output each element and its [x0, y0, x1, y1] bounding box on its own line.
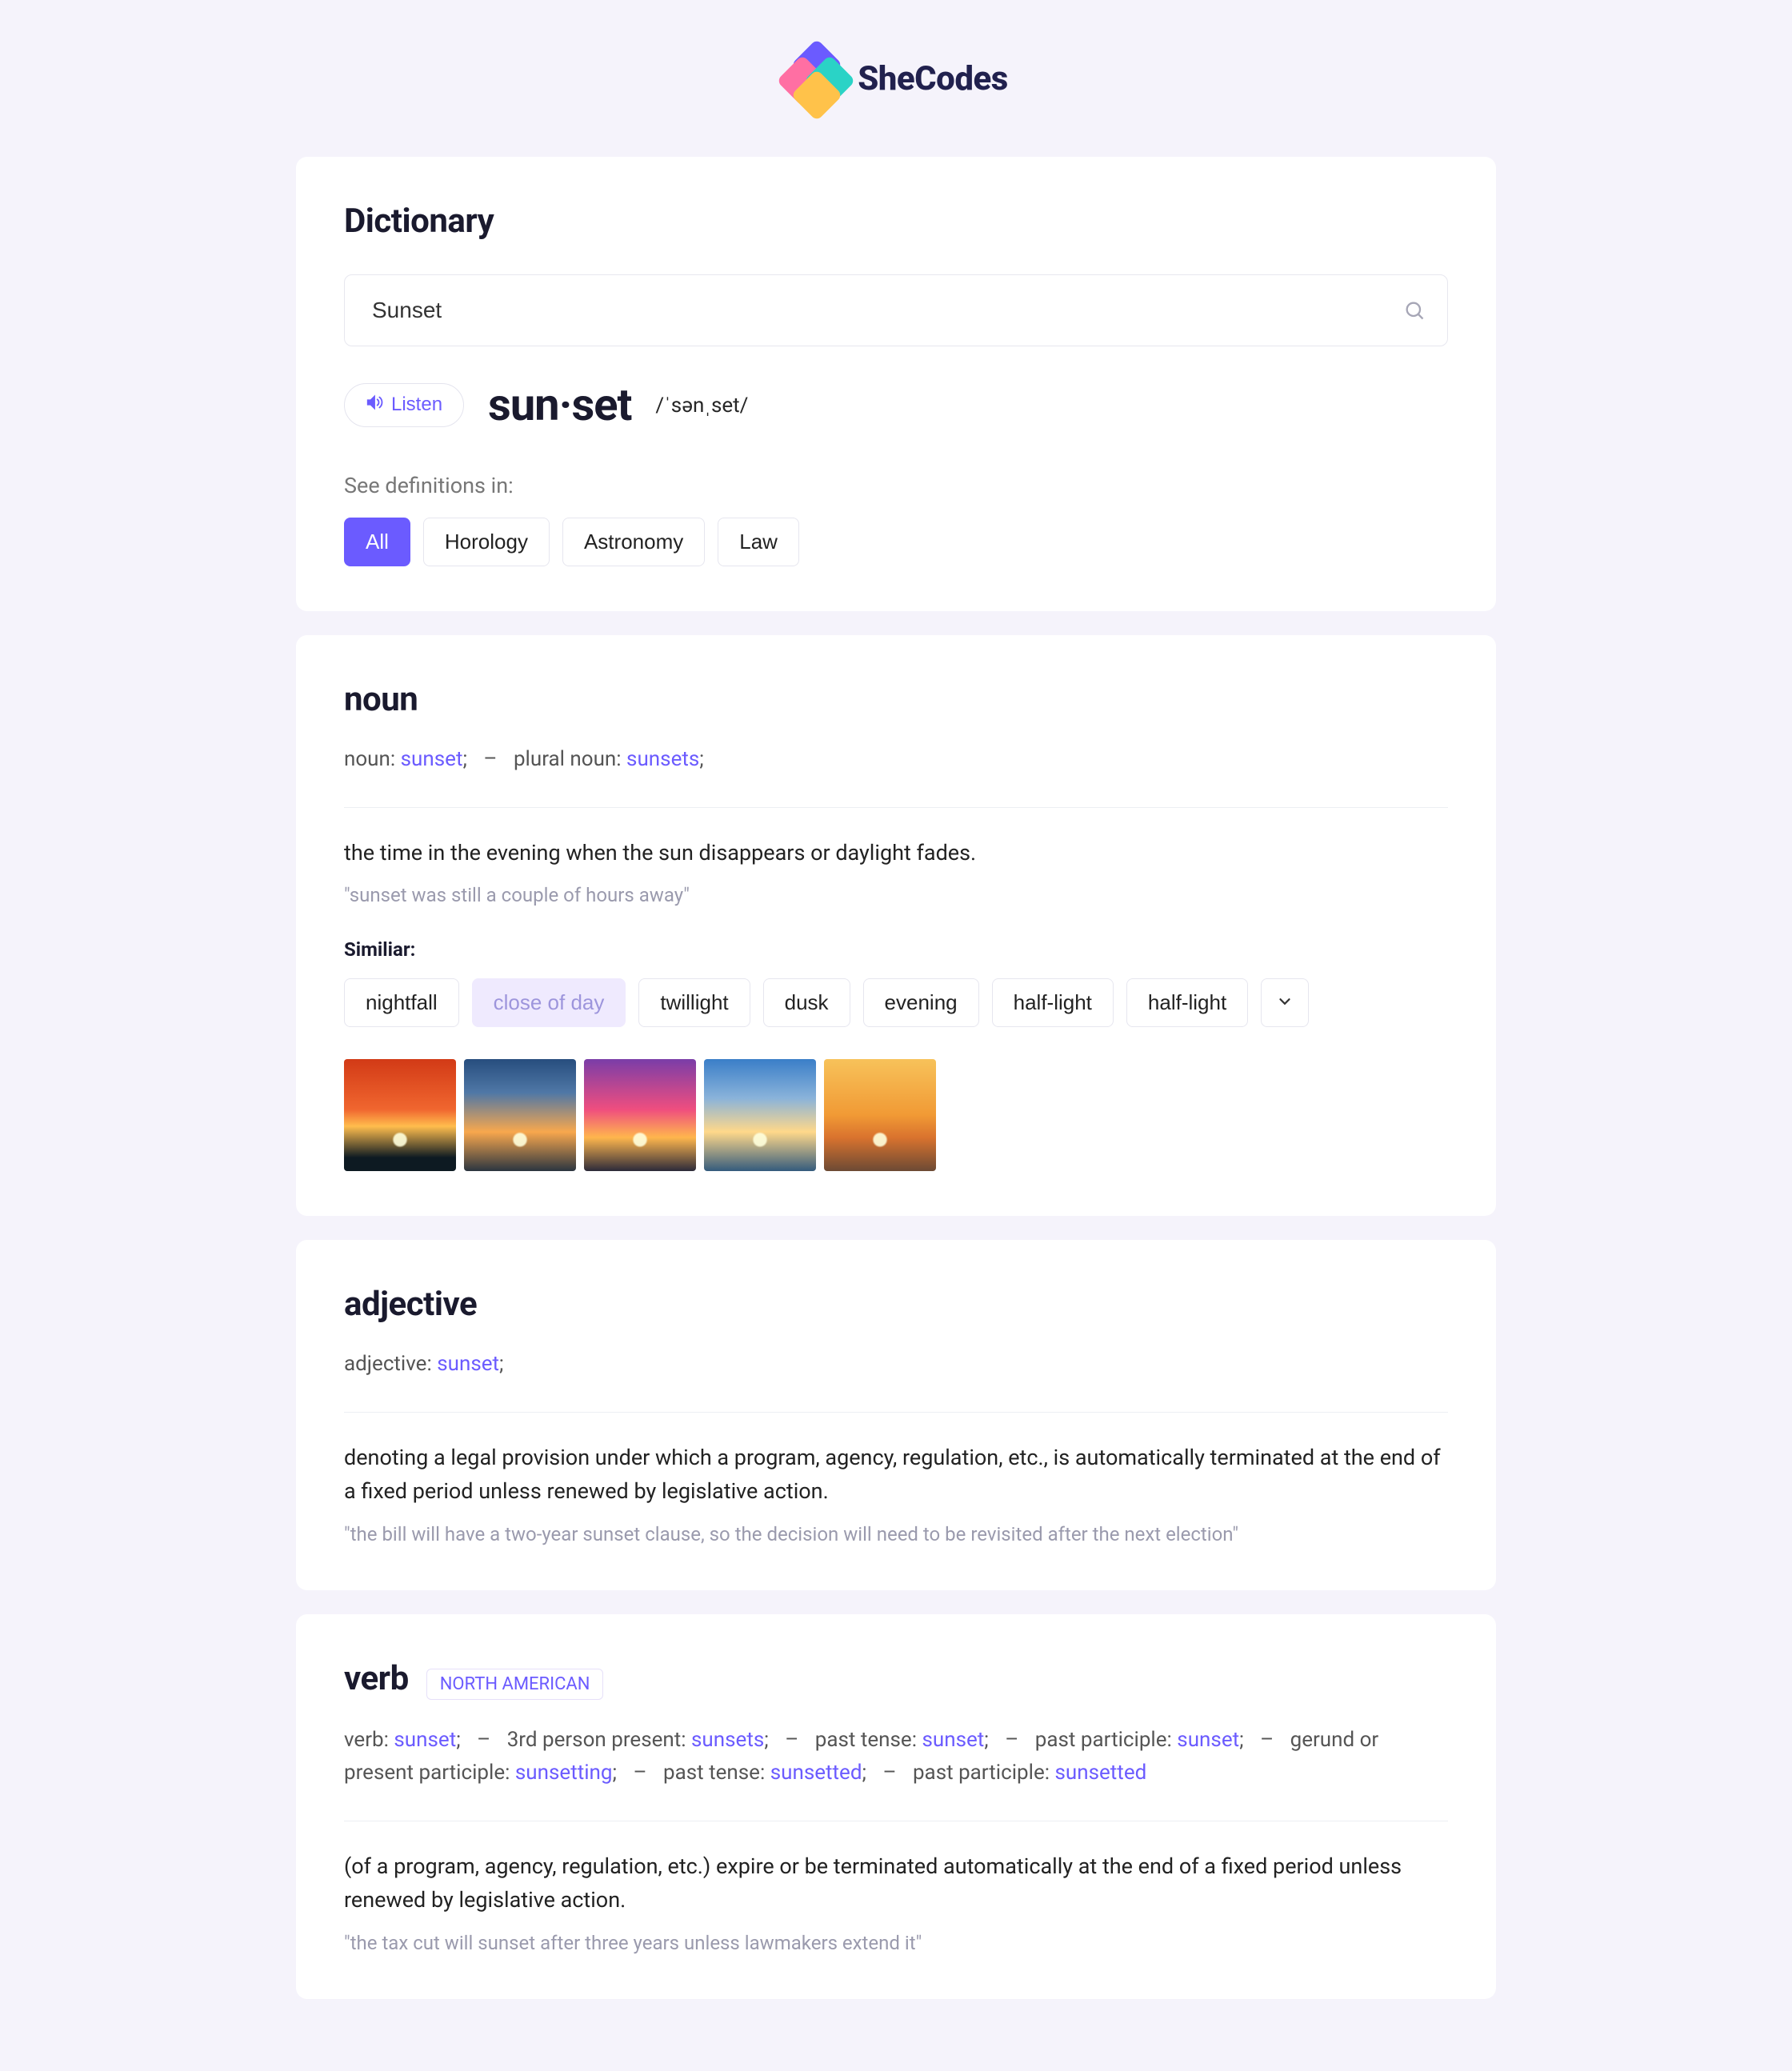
- adjective-forms: adjective: sunset;: [344, 1348, 1448, 1381]
- similar-chip[interactable]: twillight: [638, 978, 750, 1027]
- gallery-image[interactable]: [464, 1059, 576, 1171]
- verb-definition: (of a program, agency, regulation, etc.)…: [344, 1850, 1448, 1917]
- category-chip-law[interactable]: Law: [718, 518, 799, 566]
- search-icon: [1403, 299, 1426, 322]
- listen-button[interactable]: Listen: [344, 383, 464, 427]
- similar-chip[interactable]: evening: [863, 978, 979, 1027]
- category-chip-all[interactable]: All: [344, 518, 410, 566]
- phonetic: /ˈsənˌset/: [655, 393, 748, 418]
- adjective-title: adjective: [344, 1285, 1448, 1324]
- similar-chip[interactable]: half-light: [992, 978, 1114, 1027]
- search-button[interactable]: [1403, 299, 1426, 322]
- similar-chip[interactable]: close of day: [472, 978, 626, 1027]
- brand-logo-mark: [784, 48, 845, 109]
- verb-example: "the tax cut will sunset after three yea…: [344, 1932, 1448, 1954]
- noun-example: "sunset was still a couple of hours away…: [344, 884, 1448, 906]
- adjective-definition: denoting a legal provision under which a…: [344, 1441, 1448, 1509]
- noun-definition: the time in the evening when the sun dis…: [344, 837, 1448, 870]
- category-chip-horology[interactable]: Horology: [423, 518, 550, 566]
- volume-icon: [366, 394, 383, 417]
- similar-chip[interactable]: nightfall: [344, 978, 459, 1027]
- chevron-down-icon: [1276, 991, 1294, 1015]
- brand-logo-text: SheCodes: [858, 59, 1008, 98]
- similar-chip[interactable]: dusk: [763, 978, 850, 1027]
- category-chip-astronomy[interactable]: Astronomy: [562, 518, 705, 566]
- verb-region-tag: NORTH AMERICAN: [426, 1669, 604, 1700]
- noun-card: noun noun: sunset; – plural noun: sunset…: [296, 635, 1496, 1216]
- similar-chip-row: nightfall close of day twillight dusk ev…: [344, 978, 1448, 1027]
- brand-logo: SheCodes: [296, 48, 1496, 109]
- adjective-example: "the bill will have a two-year sunset cl…: [344, 1523, 1448, 1545]
- similar-label: Similiar:: [344, 938, 1448, 961]
- headword: sun·set: [488, 378, 631, 431]
- gallery-image[interactable]: [344, 1059, 456, 1171]
- noun-title: noun: [344, 680, 1448, 719]
- page-title: Dictionary: [344, 202, 1448, 241]
- search-input[interactable]: [344, 274, 1448, 346]
- listen-label: Listen: [391, 394, 442, 416]
- similar-expand-button[interactable]: [1261, 978, 1309, 1027]
- adjective-card: adjective adjective: sunset; denoting a …: [296, 1240, 1496, 1589]
- verb-forms: verb: sunset; – 3rd person present: suns…: [344, 1724, 1448, 1790]
- gallery-image[interactable]: [824, 1059, 936, 1171]
- see-definitions-in-label: See definitions in:: [344, 473, 1448, 498]
- gallery-image[interactable]: [584, 1059, 696, 1171]
- image-gallery: [344, 1059, 1448, 1171]
- verb-card: verb NORTH AMERICAN verb: sunset; – 3rd …: [296, 1614, 1496, 1999]
- category-chip-row: All Horology Astronomy Law: [344, 518, 1448, 566]
- similar-chip[interactable]: half-light: [1126, 978, 1248, 1027]
- verb-title: verb: [344, 1659, 409, 1698]
- noun-forms: noun: sunset; – plural noun: sunsets;: [344, 743, 1448, 777]
- gallery-image[interactable]: [704, 1059, 816, 1171]
- search-card: Dictionary Listen: [296, 157, 1496, 611]
